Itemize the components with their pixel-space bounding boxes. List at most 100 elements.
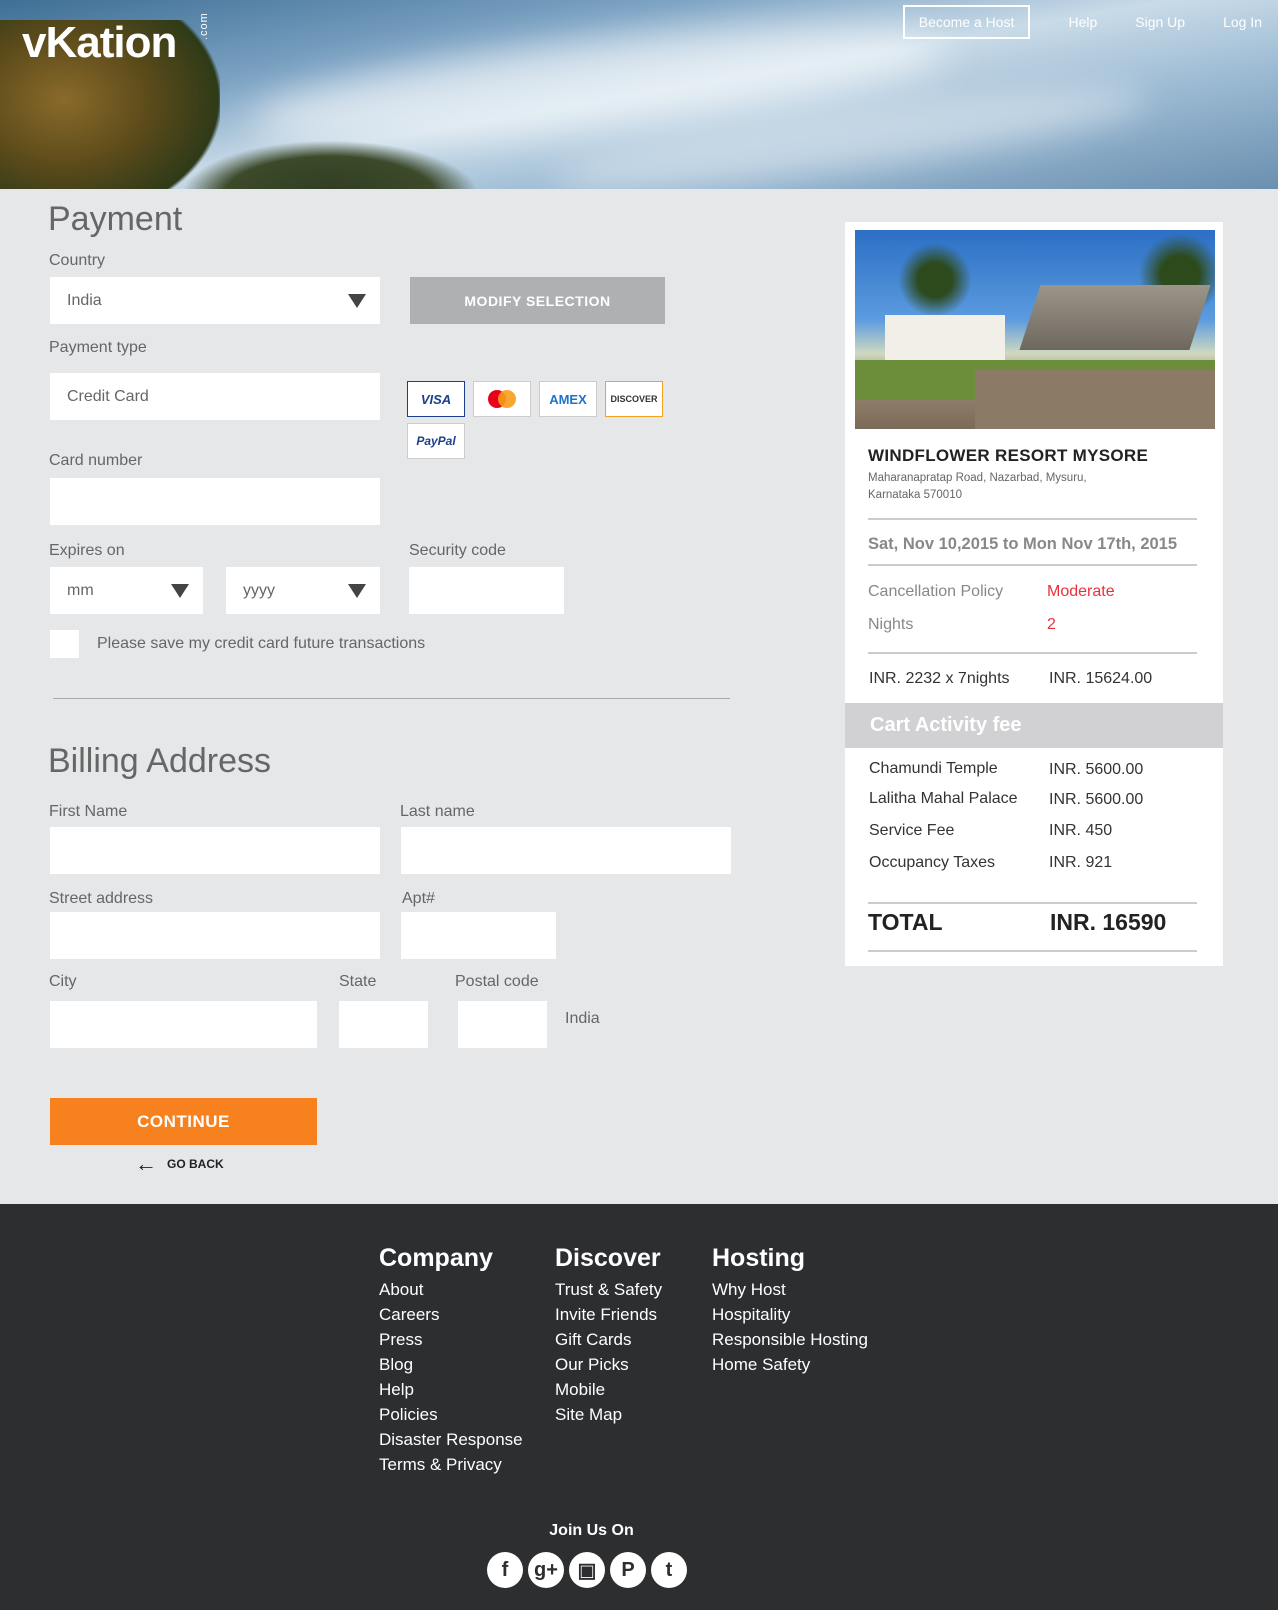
payment-title: Payment bbox=[48, 200, 183, 238]
postal-code-input[interactable] bbox=[458, 1001, 547, 1048]
twitter-icon[interactable]: t bbox=[651, 1552, 687, 1588]
footer-link[interactable]: Site Map bbox=[555, 1402, 662, 1427]
footer-link[interactable]: Gift Cards bbox=[555, 1327, 662, 1352]
canopy-decoration bbox=[1019, 285, 1211, 350]
apt-label: Apt# bbox=[402, 890, 435, 907]
first-name-input[interactable] bbox=[50, 827, 380, 874]
footer-link[interactable]: Press bbox=[379, 1327, 523, 1352]
apt-input[interactable] bbox=[401, 912, 556, 959]
social-links: f g+ ▣ P t bbox=[487, 1552, 692, 1588]
footer-link[interactable]: Our Picks bbox=[555, 1352, 662, 1377]
footer-link[interactable]: Why Host bbox=[712, 1277, 868, 1302]
visa-icon[interactable]: VISA bbox=[407, 381, 465, 417]
footer-link[interactable]: Trust & Safety bbox=[555, 1277, 662, 1302]
nights-value: 2 bbox=[1047, 616, 1056, 633]
street-address-input[interactable] bbox=[50, 912, 380, 959]
arrow-left-icon: ← bbox=[135, 1151, 157, 1176]
state-input[interactable] bbox=[339, 1001, 428, 1048]
chevron-down-icon bbox=[348, 294, 366, 308]
nav-sign-up-link[interactable]: Sign Up bbox=[1135, 14, 1185, 30]
chevron-down-icon bbox=[348, 584, 366, 598]
resort-name: WINDFLOWER RESORT MYSORE bbox=[868, 446, 1149, 465]
fee-value: INR. 5600.00 bbox=[1049, 761, 1144, 778]
city-input[interactable] bbox=[50, 1001, 317, 1048]
footer-link[interactable]: Terms & Privacy bbox=[379, 1452, 523, 1477]
facebook-icon[interactable]: f bbox=[487, 1552, 523, 1588]
expires-label: Expires on bbox=[49, 542, 125, 559]
country-label: Country bbox=[49, 252, 106, 269]
join-us-label: Join Us On bbox=[549, 1522, 634, 1539]
site-footer: Company About Careers Press Blog Help Po… bbox=[0, 1204, 1278, 1610]
footer-link[interactable]: Careers bbox=[379, 1302, 523, 1327]
expiry-month-select[interactable]: mm bbox=[50, 567, 203, 614]
fee-label: Lalitha Mahal Palace bbox=[869, 790, 1018, 807]
footer-link[interactable]: Blog bbox=[379, 1352, 523, 1377]
footer-company-title: Company bbox=[379, 1244, 493, 1272]
discover-icon[interactable]: DISCOVER bbox=[605, 381, 663, 417]
paypal-icon[interactable]: PayPal bbox=[407, 423, 465, 459]
amex-icon[interactable]: AMEX bbox=[539, 381, 597, 417]
fee-value: INR. 921 bbox=[1049, 854, 1113, 871]
summary-divider bbox=[868, 652, 1197, 654]
site-logo[interactable]: vKation .com bbox=[22, 12, 210, 68]
logo-suffix: .com bbox=[198, 12, 210, 40]
continue-button[interactable]: CONTINUE bbox=[50, 1098, 317, 1145]
payment-type-value: Credit Card bbox=[67, 387, 149, 405]
rate-value: INR. 15624.00 bbox=[1049, 670, 1153, 687]
payment-type-label: Payment type bbox=[49, 339, 147, 356]
city-label: City bbox=[49, 973, 77, 990]
building-decoration bbox=[885, 315, 1005, 360]
modify-selection-button[interactable]: MODIFY SELECTION bbox=[410, 277, 665, 324]
go-back-link[interactable]: ← GO BACK bbox=[135, 1151, 224, 1176]
expiry-year-select[interactable]: yyyy bbox=[226, 567, 380, 614]
last-name-label: Last name bbox=[400, 803, 475, 820]
footer-link[interactable]: Mobile bbox=[555, 1377, 662, 1402]
fee-value: INR. 5600.00 bbox=[1049, 791, 1144, 808]
security-code-input[interactable] bbox=[409, 567, 564, 614]
footer-link[interactable]: Help bbox=[379, 1377, 523, 1402]
footer-link[interactable]: Hospitality bbox=[712, 1302, 868, 1327]
total-value: INR. 16590 bbox=[1050, 909, 1167, 935]
booking-summary: WINDFLOWER RESORT MYSORE Maharanapratap … bbox=[845, 222, 1223, 966]
country-select[interactable]: India bbox=[50, 277, 380, 324]
hero-banner: vKation .com Become a Host Help Sign Up … bbox=[0, 0, 1278, 189]
become-host-button[interactable]: Become a Host bbox=[902, 5, 1031, 39]
logo-text: vKation bbox=[22, 18, 177, 67]
section-divider bbox=[53, 698, 730, 699]
cancellation-value[interactable]: Moderate bbox=[1047, 583, 1115, 601]
first-name-label: First Name bbox=[49, 803, 128, 820]
save-card-label: Please save my credit card future transa… bbox=[97, 635, 426, 652]
footer-link[interactable]: Policies bbox=[379, 1402, 523, 1427]
footer-link[interactable]: About bbox=[379, 1277, 523, 1302]
mastercard-icon[interactable] bbox=[473, 381, 531, 417]
footer-link[interactable]: Disaster Response bbox=[379, 1427, 523, 1452]
card-number-input[interactable] bbox=[50, 478, 380, 525]
top-nav: Become a Host Help Sign Up Log In bbox=[902, 5, 1278, 39]
cart-activity-header: Cart Activity fee bbox=[845, 703, 1223, 748]
save-card-checkbox[interactable] bbox=[50, 630, 79, 658]
last-name-input[interactable] bbox=[401, 827, 731, 874]
nav-log-in-link[interactable]: Log In bbox=[1223, 14, 1262, 30]
payment-type-field[interactable]: Credit Card bbox=[50, 373, 380, 420]
summary-divider bbox=[868, 950, 1197, 952]
pinterest-icon[interactable]: P bbox=[610, 1552, 646, 1588]
nights-label: Nights bbox=[868, 616, 914, 633]
fee-label: Service Fee bbox=[869, 822, 955, 839]
resort-address-line1: Maharanapratap Road, Nazarbad, Mysuru, bbox=[868, 472, 1087, 484]
expiry-year-value: yyyy bbox=[243, 581, 275, 599]
card-number-label: Card number bbox=[49, 452, 143, 469]
total-label: TOTAL bbox=[868, 909, 943, 935]
nav-help-link[interactable]: Help bbox=[1068, 14, 1097, 30]
google-plus-icon[interactable]: g+ bbox=[528, 1552, 564, 1588]
go-back-label: GO BACK bbox=[167, 1157, 224, 1171]
resort-photo bbox=[855, 230, 1215, 429]
footer-link[interactable]: Invite Friends bbox=[555, 1302, 662, 1327]
footer-link[interactable]: Home Safety bbox=[712, 1352, 868, 1377]
summary-divider bbox=[868, 518, 1197, 520]
footer-link[interactable]: Responsible Hosting bbox=[712, 1327, 868, 1352]
fee-label: Chamundi Temple bbox=[869, 760, 998, 777]
summary-divider bbox=[868, 564, 1197, 566]
footer-discover-title: Discover bbox=[555, 1244, 661, 1272]
street-address-label: Street address bbox=[49, 890, 154, 907]
instagram-icon[interactable]: ▣ bbox=[569, 1552, 605, 1588]
